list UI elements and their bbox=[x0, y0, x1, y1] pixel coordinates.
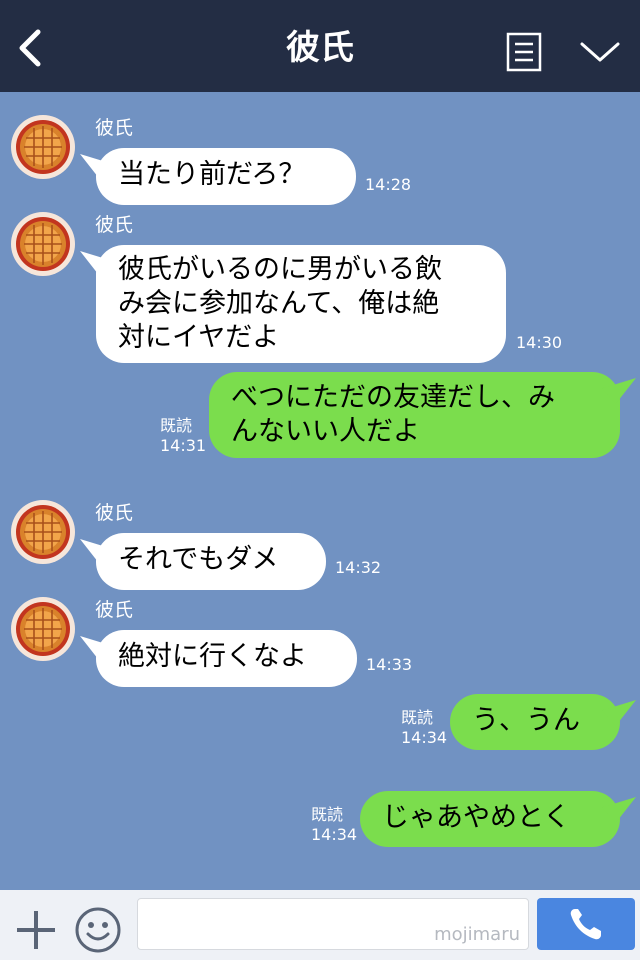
message-time: 14:31 bbox=[160, 436, 207, 455]
sender-name: 彼氏 bbox=[95, 214, 134, 236]
outgoing-message-bubble[interactable]: べつにただの友達だし、み んないい人だよ bbox=[209, 372, 620, 458]
message-row: 既読 14:34 じゃあやめとく bbox=[0, 789, 640, 849]
outgoing-message-bubble[interactable]: う、うん bbox=[450, 694, 620, 750]
message-row: 彼氏 当たり前だろ？ 14:28 bbox=[0, 112, 640, 207]
incoming-message-bubble[interactable]: 絶対に行くなよ bbox=[96, 630, 357, 687]
message-time: 14:30 bbox=[516, 333, 563, 352]
message-text: それでもダメ bbox=[118, 544, 279, 575]
input-bar: mojimaru bbox=[0, 890, 640, 960]
outgoing-message-bubble[interactable]: じゃあやめとく bbox=[360, 791, 620, 847]
chat-title: 彼氏 bbox=[286, 28, 354, 68]
message-time: 14:32 bbox=[335, 558, 382, 577]
watermark: mojimaru bbox=[434, 924, 520, 945]
chat-header: 彼氏 bbox=[0, 0, 640, 92]
sender-name: 彼氏 bbox=[95, 502, 134, 524]
message-text: じゃあやめとく bbox=[382, 802, 571, 833]
read-label: 既読 bbox=[311, 805, 344, 824]
pie-avatar-icon[interactable] bbox=[10, 211, 76, 277]
message-time: 14:28 bbox=[365, 175, 412, 194]
chevron-down-icon[interactable] bbox=[578, 36, 622, 66]
message-text-line: 彼氏がいるのに男がいる飲 bbox=[118, 254, 442, 285]
menu-icon[interactable] bbox=[506, 32, 542, 72]
sender-name: 彼氏 bbox=[95, 599, 134, 621]
incoming-message-bubble[interactable]: 彼氏がいるのに男がいる飲 み会に参加なんて、俺は絶 対にイヤだよ bbox=[96, 245, 506, 363]
plus-icon[interactable] bbox=[14, 908, 58, 952]
read-receipt: 既読 14:31 bbox=[160, 416, 206, 456]
read-label: 既読 bbox=[401, 708, 434, 727]
message-time: 14:33 bbox=[366, 655, 413, 674]
message-input[interactable]: mojimaru bbox=[137, 898, 529, 950]
message-time: 14:34 bbox=[401, 728, 448, 747]
message-row: 彼氏 彼氏がいるのに男がいる飲 み会に参加なんて、俺は絶 対にイヤだよ 14:3… bbox=[0, 209, 640, 369]
message-text: う、うん bbox=[472, 705, 580, 736]
read-receipt: 既読 14:34 bbox=[401, 708, 447, 748]
message-text-line: み会に参加なんて、俺は絶 bbox=[118, 288, 440, 319]
pie-avatar-icon[interactable] bbox=[10, 499, 76, 565]
message-row: 既読 14:31 べつにただの友達だし、み んないい人だよ bbox=[0, 370, 640, 465]
call-button[interactable] bbox=[537, 898, 635, 950]
read-receipt: 既読 14:34 bbox=[311, 805, 357, 845]
read-label: 既読 bbox=[160, 416, 193, 435]
message-row: 彼氏 それでもダメ 14:32 bbox=[0, 497, 640, 592]
smiley-icon[interactable] bbox=[74, 906, 122, 954]
incoming-message-bubble[interactable]: それでもダメ bbox=[96, 533, 326, 590]
message-text-line: んないい人だよ bbox=[231, 416, 420, 447]
message-text-line: べつにただの友達だし、み bbox=[231, 382, 555, 413]
pie-avatar-icon[interactable] bbox=[10, 596, 76, 662]
incoming-message-bubble[interactable]: 当たり前だろ？ bbox=[96, 148, 356, 205]
message-text: 当たり前だろ？ bbox=[118, 159, 306, 190]
message-row: 既読 14:34 う、うん bbox=[0, 692, 640, 752]
message-time: 14:34 bbox=[311, 825, 358, 844]
message-text-line: 対にイヤだよ bbox=[118, 322, 280, 353]
message-row: 彼氏 絶対に行くなよ 14:33 bbox=[0, 594, 640, 689]
sender-name: 彼氏 bbox=[95, 117, 134, 139]
phone-icon bbox=[570, 909, 601, 940]
message-text: 絶対に行くなよ bbox=[118, 641, 307, 672]
pie-avatar-icon[interactable] bbox=[10, 114, 76, 180]
